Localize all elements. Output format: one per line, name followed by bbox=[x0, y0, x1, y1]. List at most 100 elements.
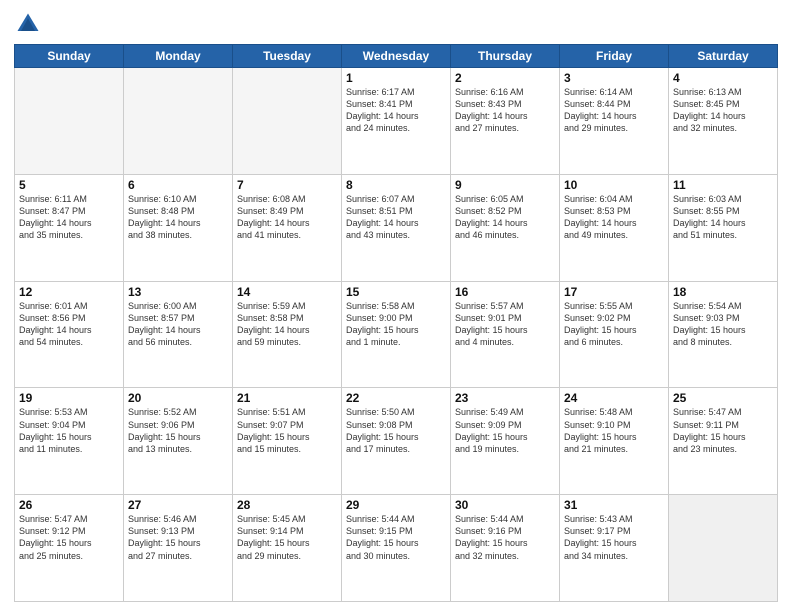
day-info: Sunrise: 6:11 AM Sunset: 8:47 PM Dayligh… bbox=[19, 193, 119, 242]
day-cell: 19Sunrise: 5:53 AM Sunset: 9:04 PM Dayli… bbox=[15, 388, 124, 495]
day-info: Sunrise: 6:14 AM Sunset: 8:44 PM Dayligh… bbox=[564, 86, 664, 135]
day-number: 5 bbox=[19, 178, 119, 192]
day-info: Sunrise: 6:16 AM Sunset: 8:43 PM Dayligh… bbox=[455, 86, 555, 135]
day-number: 31 bbox=[564, 498, 664, 512]
day-cell: 6Sunrise: 6:10 AM Sunset: 8:48 PM Daylig… bbox=[124, 174, 233, 281]
day-number: 17 bbox=[564, 285, 664, 299]
day-number: 22 bbox=[346, 391, 446, 405]
day-info: Sunrise: 6:07 AM Sunset: 8:51 PM Dayligh… bbox=[346, 193, 446, 242]
day-info: Sunrise: 5:45 AM Sunset: 9:14 PM Dayligh… bbox=[237, 513, 337, 562]
logo bbox=[14, 10, 44, 38]
day-number: 15 bbox=[346, 285, 446, 299]
day-number: 3 bbox=[564, 71, 664, 85]
day-cell: 23Sunrise: 5:49 AM Sunset: 9:09 PM Dayli… bbox=[451, 388, 560, 495]
day-info: Sunrise: 5:44 AM Sunset: 9:15 PM Dayligh… bbox=[346, 513, 446, 562]
day-number: 8 bbox=[346, 178, 446, 192]
day-number: 19 bbox=[19, 391, 119, 405]
day-number: 6 bbox=[128, 178, 228, 192]
day-number: 7 bbox=[237, 178, 337, 192]
day-cell bbox=[124, 68, 233, 175]
day-cell: 25Sunrise: 5:47 AM Sunset: 9:11 PM Dayli… bbox=[669, 388, 778, 495]
day-number: 23 bbox=[455, 391, 555, 405]
week-row-1: 1Sunrise: 6:17 AM Sunset: 8:41 PM Daylig… bbox=[15, 68, 778, 175]
day-info: Sunrise: 5:53 AM Sunset: 9:04 PM Dayligh… bbox=[19, 406, 119, 455]
day-info: Sunrise: 5:55 AM Sunset: 9:02 PM Dayligh… bbox=[564, 300, 664, 349]
day-cell: 30Sunrise: 5:44 AM Sunset: 9:16 PM Dayli… bbox=[451, 495, 560, 602]
weekday-header-monday: Monday bbox=[124, 45, 233, 68]
day-info: Sunrise: 6:03 AM Sunset: 8:55 PM Dayligh… bbox=[673, 193, 773, 242]
day-info: Sunrise: 5:49 AM Sunset: 9:09 PM Dayligh… bbox=[455, 406, 555, 455]
day-number: 25 bbox=[673, 391, 773, 405]
day-number: 30 bbox=[455, 498, 555, 512]
week-row-3: 12Sunrise: 6:01 AM Sunset: 8:56 PM Dayli… bbox=[15, 281, 778, 388]
day-number: 2 bbox=[455, 71, 555, 85]
day-info: Sunrise: 5:57 AM Sunset: 9:01 PM Dayligh… bbox=[455, 300, 555, 349]
day-info: Sunrise: 6:10 AM Sunset: 8:48 PM Dayligh… bbox=[128, 193, 228, 242]
logo-icon bbox=[14, 10, 42, 38]
day-cell: 2Sunrise: 6:16 AM Sunset: 8:43 PM Daylig… bbox=[451, 68, 560, 175]
day-info: Sunrise: 5:50 AM Sunset: 9:08 PM Dayligh… bbox=[346, 406, 446, 455]
day-number: 26 bbox=[19, 498, 119, 512]
day-cell: 8Sunrise: 6:07 AM Sunset: 8:51 PM Daylig… bbox=[342, 174, 451, 281]
day-cell: 27Sunrise: 5:46 AM Sunset: 9:13 PM Dayli… bbox=[124, 495, 233, 602]
day-number: 14 bbox=[237, 285, 337, 299]
day-info: Sunrise: 5:59 AM Sunset: 8:58 PM Dayligh… bbox=[237, 300, 337, 349]
day-number: 11 bbox=[673, 178, 773, 192]
day-cell: 17Sunrise: 5:55 AM Sunset: 9:02 PM Dayli… bbox=[560, 281, 669, 388]
day-info: Sunrise: 6:17 AM Sunset: 8:41 PM Dayligh… bbox=[346, 86, 446, 135]
week-row-5: 26Sunrise: 5:47 AM Sunset: 9:12 PM Dayli… bbox=[15, 495, 778, 602]
day-info: Sunrise: 6:05 AM Sunset: 8:52 PM Dayligh… bbox=[455, 193, 555, 242]
day-cell bbox=[15, 68, 124, 175]
day-info: Sunrise: 6:01 AM Sunset: 8:56 PM Dayligh… bbox=[19, 300, 119, 349]
weekday-header-wednesday: Wednesday bbox=[342, 45, 451, 68]
day-cell: 26Sunrise: 5:47 AM Sunset: 9:12 PM Dayli… bbox=[15, 495, 124, 602]
day-cell: 22Sunrise: 5:50 AM Sunset: 9:08 PM Dayli… bbox=[342, 388, 451, 495]
day-cell: 31Sunrise: 5:43 AM Sunset: 9:17 PM Dayli… bbox=[560, 495, 669, 602]
day-number: 16 bbox=[455, 285, 555, 299]
day-number: 29 bbox=[346, 498, 446, 512]
day-info: Sunrise: 5:47 AM Sunset: 9:12 PM Dayligh… bbox=[19, 513, 119, 562]
day-number: 21 bbox=[237, 391, 337, 405]
day-info: Sunrise: 5:47 AM Sunset: 9:11 PM Dayligh… bbox=[673, 406, 773, 455]
weekday-header-sunday: Sunday bbox=[15, 45, 124, 68]
day-cell: 14Sunrise: 5:59 AM Sunset: 8:58 PM Dayli… bbox=[233, 281, 342, 388]
day-number: 9 bbox=[455, 178, 555, 192]
day-info: Sunrise: 6:13 AM Sunset: 8:45 PM Dayligh… bbox=[673, 86, 773, 135]
day-cell: 20Sunrise: 5:52 AM Sunset: 9:06 PM Dayli… bbox=[124, 388, 233, 495]
day-number: 18 bbox=[673, 285, 773, 299]
weekday-header-row: SundayMondayTuesdayWednesdayThursdayFrid… bbox=[15, 45, 778, 68]
day-cell: 15Sunrise: 5:58 AM Sunset: 9:00 PM Dayli… bbox=[342, 281, 451, 388]
day-number: 1 bbox=[346, 71, 446, 85]
day-number: 20 bbox=[128, 391, 228, 405]
day-number: 12 bbox=[19, 285, 119, 299]
day-number: 28 bbox=[237, 498, 337, 512]
week-row-4: 19Sunrise: 5:53 AM Sunset: 9:04 PM Dayli… bbox=[15, 388, 778, 495]
page: SundayMondayTuesdayWednesdayThursdayFrid… bbox=[0, 0, 792, 612]
weekday-header-thursday: Thursday bbox=[451, 45, 560, 68]
day-info: Sunrise: 5:52 AM Sunset: 9:06 PM Dayligh… bbox=[128, 406, 228, 455]
day-info: Sunrise: 5:58 AM Sunset: 9:00 PM Dayligh… bbox=[346, 300, 446, 349]
day-info: Sunrise: 5:44 AM Sunset: 9:16 PM Dayligh… bbox=[455, 513, 555, 562]
day-cell: 18Sunrise: 5:54 AM Sunset: 9:03 PM Dayli… bbox=[669, 281, 778, 388]
day-cell: 12Sunrise: 6:01 AM Sunset: 8:56 PM Dayli… bbox=[15, 281, 124, 388]
day-info: Sunrise: 6:08 AM Sunset: 8:49 PM Dayligh… bbox=[237, 193, 337, 242]
day-number: 13 bbox=[128, 285, 228, 299]
day-cell: 10Sunrise: 6:04 AM Sunset: 8:53 PM Dayli… bbox=[560, 174, 669, 281]
day-cell: 29Sunrise: 5:44 AM Sunset: 9:15 PM Dayli… bbox=[342, 495, 451, 602]
day-cell: 5Sunrise: 6:11 AM Sunset: 8:47 PM Daylig… bbox=[15, 174, 124, 281]
day-info: Sunrise: 6:00 AM Sunset: 8:57 PM Dayligh… bbox=[128, 300, 228, 349]
day-cell: 16Sunrise: 5:57 AM Sunset: 9:01 PM Dayli… bbox=[451, 281, 560, 388]
day-number: 4 bbox=[673, 71, 773, 85]
day-cell bbox=[233, 68, 342, 175]
day-number: 24 bbox=[564, 391, 664, 405]
weekday-header-tuesday: Tuesday bbox=[233, 45, 342, 68]
day-cell: 21Sunrise: 5:51 AM Sunset: 9:07 PM Dayli… bbox=[233, 388, 342, 495]
day-cell: 13Sunrise: 6:00 AM Sunset: 8:57 PM Dayli… bbox=[124, 281, 233, 388]
day-info: Sunrise: 5:46 AM Sunset: 9:13 PM Dayligh… bbox=[128, 513, 228, 562]
day-cell: 28Sunrise: 5:45 AM Sunset: 9:14 PM Dayli… bbox=[233, 495, 342, 602]
day-number: 27 bbox=[128, 498, 228, 512]
day-cell bbox=[669, 495, 778, 602]
day-number: 10 bbox=[564, 178, 664, 192]
day-cell: 11Sunrise: 6:03 AM Sunset: 8:55 PM Dayli… bbox=[669, 174, 778, 281]
weekday-header-friday: Friday bbox=[560, 45, 669, 68]
